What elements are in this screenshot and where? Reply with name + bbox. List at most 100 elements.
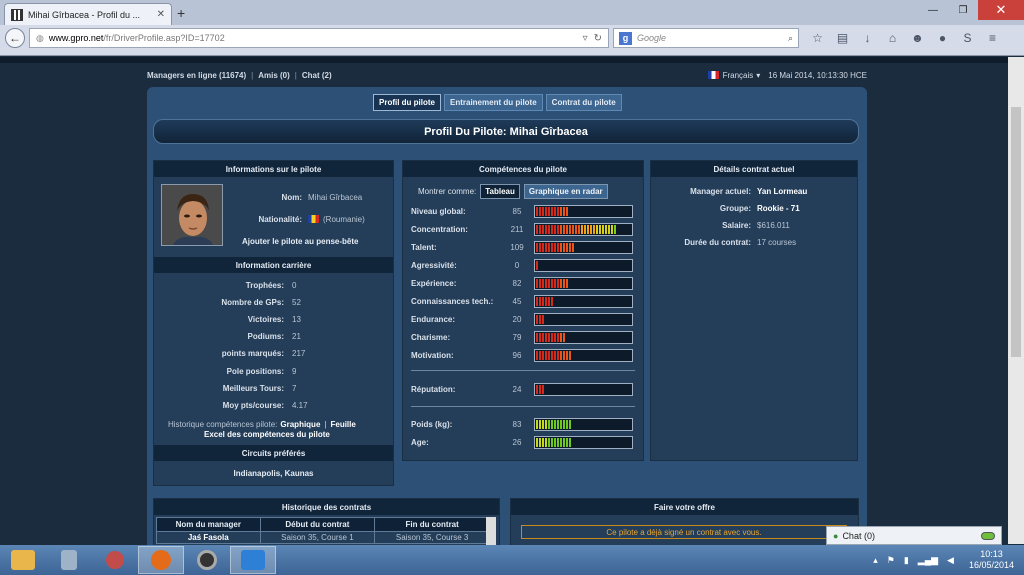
bar-segment	[539, 225, 541, 234]
downloads-icon[interactable]: ↓	[855, 31, 880, 45]
tray-arrow-icon[interactable]: ▴	[873, 555, 878, 566]
network-icon[interactable]: ▮	[904, 555, 909, 566]
language-selector[interactable]: Français	[723, 71, 754, 80]
volume-icon[interactable]: ◀	[947, 555, 954, 566]
bar-segment	[539, 351, 541, 360]
bar-segment	[548, 351, 550, 360]
bar-segment	[554, 333, 556, 342]
bar-segment	[548, 438, 550, 447]
search-input[interactable]: Google	[637, 33, 788, 43]
browser-chrome: Mihai Gîrbacea - Profil du ... ✕ + — ❐ ✕…	[0, 0, 1024, 56]
bookmark-star-icon[interactable]: ☆	[805, 31, 830, 45]
bar-segment	[545, 420, 547, 429]
app-window-icon[interactable]	[230, 546, 276, 574]
bar-segment	[569, 351, 571, 360]
search-icon[interactable]: ⌕	[788, 33, 793, 44]
chat-widget-label: Chat (0)	[842, 530, 875, 541]
table-view-button[interactable]: Tableau	[480, 184, 520, 199]
new-tab-button[interactable]: +	[177, 5, 185, 21]
skill-bar	[534, 383, 633, 396]
bar-segment	[560, 279, 562, 288]
bar-segment	[608, 225, 610, 234]
flag-icon[interactable]: ⚑	[887, 555, 895, 566]
chat-link[interactable]: Chat (2)	[302, 71, 332, 80]
minimize-button[interactable]: —	[918, 0, 948, 20]
skill-history-excel-link[interactable]: Excel des compétences du pilote	[204, 428, 394, 440]
scrollbar-thumb[interactable]	[1011, 107, 1021, 357]
dropdown-arrow-icon[interactable]: ▿	[583, 33, 588, 44]
close-tab-icon[interactable]: ✕	[157, 9, 165, 20]
driver-name-row: Nom: Mihai Gîrbacea	[234, 191, 384, 203]
signal-icon[interactable]: ▂▄▆	[918, 555, 938, 566]
browser-tab[interactable]: Mihai Gîrbacea - Profil du ... ✕	[4, 3, 172, 25]
contract-row: Durée du contrat: 17 courses	[655, 236, 855, 248]
bar-segment	[560, 207, 562, 216]
bar-segment	[560, 420, 562, 429]
calculator-icon[interactable]	[46, 546, 92, 574]
main-content: Profil du pilote Entrainement du pilote …	[147, 87, 867, 558]
contract-value: Rookie - 71	[757, 203, 800, 213]
bar-segment	[590, 225, 592, 234]
file-explorer-icon[interactable]	[0, 546, 46, 574]
manager-cell[interactable]: Jaś Fasola	[156, 531, 261, 544]
bookmarks-icon[interactable]: ▤	[830, 31, 855, 45]
career-stat-value: 9	[292, 366, 297, 376]
contract-row: Groupe: Rookie - 71	[655, 202, 855, 214]
skill-bar	[534, 241, 633, 254]
bar-segment	[611, 225, 613, 234]
career-stat-label: Nombre de GPs:	[221, 297, 284, 307]
contract-value: Yan Lormeau	[757, 186, 808, 196]
bar-segment	[548, 333, 550, 342]
clock[interactable]: 10:13 16/05/2014	[969, 549, 1014, 571]
skype-icon[interactable]: S	[955, 31, 980, 45]
bar-segment	[563, 420, 565, 429]
contract-label: Salaire:	[722, 220, 751, 230]
home-icon[interactable]: ⌂	[880, 31, 905, 45]
contract-header: Détails contrat actuel	[651, 161, 857, 177]
globe-icon: ◍	[36, 32, 44, 43]
snipping-tool-icon[interactable]	[92, 546, 138, 574]
bar-segment	[548, 420, 550, 429]
managers-online-link[interactable]: Managers en ligne (11674)	[147, 71, 246, 80]
bar-segment	[536, 351, 538, 360]
chat-toggle[interactable]	[981, 531, 995, 540]
search-bar[interactable]: g Google ⌕	[613, 28, 799, 48]
reload-icon[interactable]: ↻	[594, 33, 602, 44]
nationality-label: Nationalité:	[258, 214, 302, 224]
view-toggle: Montrer comme: Tableau Graphique en rada…	[418, 184, 608, 199]
adblock-icon[interactable]: ●	[930, 31, 955, 45]
friends-link[interactable]: Amis (0)	[258, 71, 290, 80]
page-scrollbar[interactable]	[1008, 57, 1024, 544]
tab-driver-training[interactable]: Entrainement du pilote	[444, 94, 543, 111]
bar-segment	[545, 333, 547, 342]
maximize-button[interactable]: ❐	[948, 0, 978, 20]
back-button[interactable]: ←	[5, 28, 25, 48]
chat-widget[interactable]: ● Chat (0)	[826, 526, 1002, 545]
skill-label: Concentration:	[411, 225, 468, 234]
tab-driver-contract[interactable]: Contrat du pilote	[545, 94, 622, 111]
tab-driver-profile[interactable]: Profil du pilote	[373, 94, 441, 111]
wheel-app-icon[interactable]	[184, 546, 230, 574]
address-bar[interactable]: ◍ www.gpro.net /fr/DriverProfile.asp?ID=…	[29, 28, 609, 48]
bar-segment	[560, 333, 562, 342]
career-stat-value: 7	[292, 383, 297, 393]
bar-segment	[566, 351, 568, 360]
bar-segment	[563, 207, 565, 216]
bar-segment	[542, 385, 544, 394]
menu-icon[interactable]: ≡	[980, 31, 1005, 45]
bar-segment	[548, 243, 550, 252]
bar-segment	[542, 243, 544, 252]
table-row: Jaś Fasola Saison 35, Course 1 Saison 35…	[156, 531, 490, 544]
site-favicon-icon	[11, 8, 23, 21]
extension-icon[interactable]: ☻	[905, 31, 930, 45]
contract-label: Manager actuel:	[690, 186, 751, 196]
radar-view-button[interactable]: Graphique en radar	[523, 184, 608, 199]
top-info-bar: Managers en ligne (11674) | Amis (0) | C…	[147, 70, 867, 80]
skill-value: 79	[512, 333, 522, 342]
firefox-icon[interactable]	[138, 546, 184, 574]
google-logo-icon: g	[619, 31, 632, 45]
add-watchlist-link[interactable]: Ajouter le pilote au pense-bête	[242, 235, 392, 247]
skill-label: Endurance:	[411, 315, 456, 324]
close-window-button[interactable]: ✕	[978, 0, 1024, 20]
windows-taskbar: ▴ ⚑ ▮ ▂▄▆ ◀ 10:13 16/05/2014	[0, 545, 1024, 575]
